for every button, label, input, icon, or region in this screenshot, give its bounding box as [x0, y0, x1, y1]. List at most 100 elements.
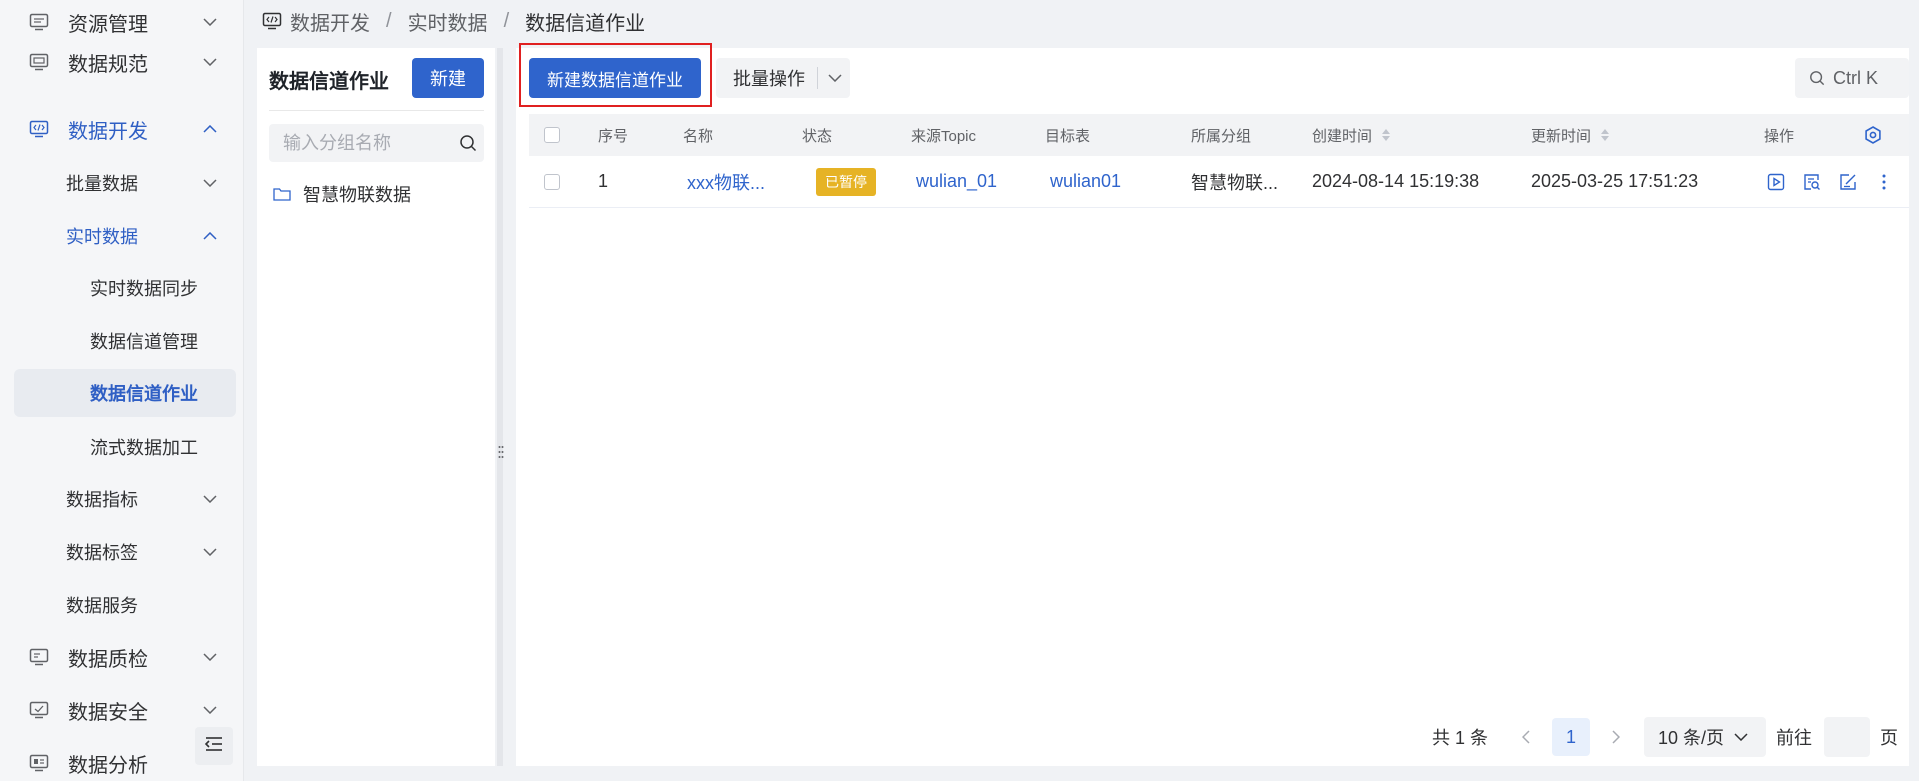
nav-label: 数据信道作业	[90, 384, 198, 404]
chevron-down-icon	[198, 487, 222, 511]
status-badge: 已暂停	[816, 167, 876, 196]
nav-label: 数据质检	[68, 648, 148, 671]
breadcrumb-separator: /	[503, 9, 510, 32]
run-icon[interactable]	[1765, 171, 1787, 193]
chevron-down-icon	[198, 50, 222, 74]
analysis-icon	[28, 752, 50, 774]
new-channel-job-button[interactable]: 新建数据信道作业	[529, 58, 701, 98]
prev-page-button[interactable]	[1512, 719, 1540, 755]
header-index: 序号	[598, 127, 629, 145]
batch-operations-dropdown[interactable]: 批量操作	[716, 58, 850, 98]
batch-operations-label: 批量操作	[733, 69, 805, 89]
divider	[817, 67, 818, 89]
nav-label: 资源管理	[68, 13, 148, 36]
resource-icon	[28, 11, 50, 33]
nav-label: 实时数据	[66, 227, 138, 247]
header-target-table: 目标表	[1045, 127, 1091, 145]
pagination: 共 1 条 1 10 条/页 前往 页	[1432, 717, 1898, 757]
code-icon	[28, 118, 50, 140]
page-number-button[interactable]: 1	[1552, 718, 1591, 756]
main-panel: 新建数据信道作业 批量操作 Ctrl K 序号 名称 状态 来源Topic 目标…	[516, 43, 1909, 766]
nav-data-service[interactable]: 数据服务	[14, 581, 236, 629]
next-page-button[interactable]	[1602, 719, 1630, 755]
select-all-checkbox[interactable]	[544, 127, 560, 143]
nav-data-dev[interactable]: 数据开发	[14, 105, 236, 153]
nav-channel-jobs[interactable]: 数据信道作业	[14, 369, 236, 417]
breadcrumb-separator: /	[386, 9, 392, 32]
header-updated-label: 更新时间	[1531, 127, 1592, 145]
nav-label: 数据指标	[66, 490, 138, 510]
search-icon[interactable]	[459, 134, 477, 152]
header-name: 名称	[683, 127, 714, 145]
cell-group: 智慧物联...	[1191, 172, 1279, 193]
chevron-down-icon	[198, 645, 222, 669]
cell-target-table-link[interactable]: wulian01	[1050, 156, 1121, 207]
header-created-label: 创建时间	[1312, 127, 1373, 145]
nav-data-quality[interactable]: 数据质检	[14, 633, 236, 681]
view-detail-icon[interactable]	[1801, 171, 1823, 193]
nav-data-metrics[interactable]: 数据指标	[14, 475, 236, 523]
nav-batch-data[interactable]: 批量数据	[14, 159, 236, 207]
goto-label: 前往	[1776, 728, 1813, 748]
group-panel-title: 数据信道作业	[269, 71, 389, 93]
chevron-down-icon	[198, 540, 222, 564]
new-group-button[interactable]: 新建	[412, 58, 484, 98]
sort-icon[interactable]	[1601, 129, 1610, 141]
header-created-time[interactable]: 创建时间	[1312, 114, 1391, 156]
header-operations: 操作	[1764, 127, 1795, 145]
column-settings-icon[interactable]	[1864, 114, 1882, 156]
group-search	[269, 124, 484, 162]
nav-label: 数据规范	[68, 53, 148, 76]
nav-label: 数据服务	[66, 596, 138, 616]
spec-icon	[28, 51, 50, 73]
table-header: 序号 名称 状态 来源Topic 目标表 所属分组 创建时间 更新时间 操作	[529, 114, 1909, 156]
pagination-total: 共 1 条	[1432, 728, 1489, 748]
nav-label: 数据安全	[68, 701, 148, 724]
chevron-down-icon	[198, 10, 222, 34]
splitter-bar	[497, 48, 503, 766]
folder-icon	[273, 187, 291, 201]
search-shortcut-label: Ctrl K	[1833, 67, 1878, 88]
tree-node-group[interactable]: 智慧物联数据	[269, 178, 411, 210]
table-row: 1 xxx物联... 已暂停 wulian_01 wulian01 智慧物联..…	[529, 156, 1909, 208]
jobs-table: 序号 名称 状态 来源Topic 目标表 所属分组 创建时间 更新时间 操作 1…	[529, 114, 1909, 208]
nav-data-tags[interactable]: 数据标签	[14, 528, 236, 576]
cell-index: 1	[598, 171, 609, 191]
cell-source-topic-link[interactable]: wulian_01	[916, 156, 997, 207]
goto-page-input[interactable]	[1824, 717, 1871, 757]
more-icon[interactable]	[1873, 171, 1895, 193]
drag-handle-icon[interactable]	[495, 443, 507, 461]
code-icon	[262, 12, 282, 30]
nav-label: 数据标签	[66, 543, 138, 563]
global-search-button[interactable]: Ctrl K	[1795, 58, 1909, 98]
search-icon	[1809, 70, 1825, 86]
sort-icon[interactable]	[1382, 129, 1391, 141]
page-size-label: 10 条/页	[1658, 728, 1725, 748]
group-search-input[interactable]	[283, 132, 453, 154]
chevron-up-icon	[198, 117, 222, 141]
page-size-select[interactable]: 10 条/页	[1644, 717, 1767, 757]
nav-stream-processing[interactable]: 流式数据加工	[14, 423, 236, 471]
chevron-up-icon	[198, 224, 222, 248]
divider	[269, 110, 484, 111]
cell-name-link[interactable]: xxx物联...	[687, 156, 765, 207]
tree-node-label: 智慧物联数据	[303, 185, 411, 205]
nav-label: 批量数据	[66, 174, 138, 194]
nav-realtime-data[interactable]: 实时数据	[14, 212, 236, 260]
breadcrumb-item[interactable]: 实时数据	[408, 7, 488, 36]
collapse-sidebar-button[interactable]	[195, 727, 233, 765]
menu-fold-icon	[204, 736, 224, 757]
header-source-topic: 来源Topic	[911, 127, 977, 145]
breadcrumb-item[interactable]: 数据开发	[290, 7, 370, 36]
cell-updated-time: 2025-03-25 17:51:23	[1531, 171, 1699, 191]
nav-channel-management[interactable]: 数据信道管理	[14, 317, 236, 365]
nav-label: 实时数据同步	[90, 279, 198, 299]
header-status: 状态	[802, 127, 833, 145]
row-checkbox[interactable]	[544, 173, 560, 190]
header-updated-time[interactable]: 更新时间	[1531, 114, 1610, 156]
chevron-down-icon	[1734, 733, 1748, 741]
nav-realtime-sync[interactable]: 实时数据同步	[14, 264, 236, 312]
nav-data-spec[interactable]: 数据规范	[14, 38, 236, 86]
panel-splitter[interactable]	[495, 48, 507, 766]
edit-icon[interactable]	[1837, 171, 1859, 193]
